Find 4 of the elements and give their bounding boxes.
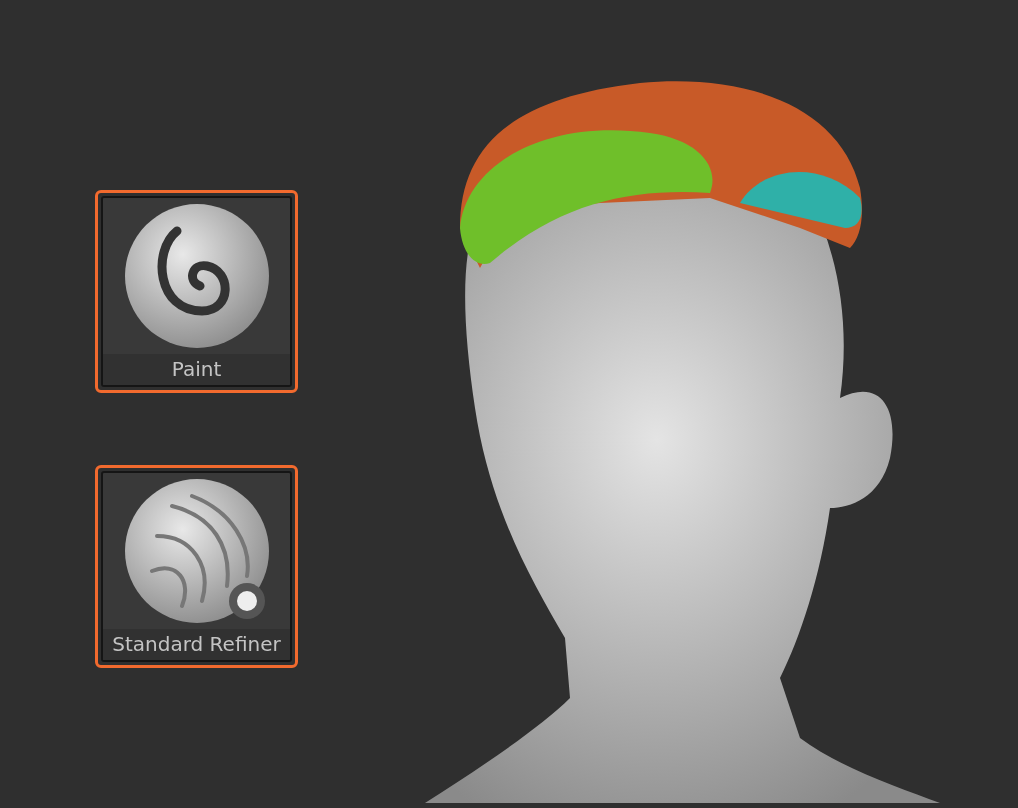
brush-tile[interactable]: Paint xyxy=(95,190,298,393)
brush-tile[interactable]: Standard Refiner xyxy=(95,465,298,668)
brush-label: Standard Refiner xyxy=(103,629,290,660)
brush-label: Paint xyxy=(103,354,290,385)
